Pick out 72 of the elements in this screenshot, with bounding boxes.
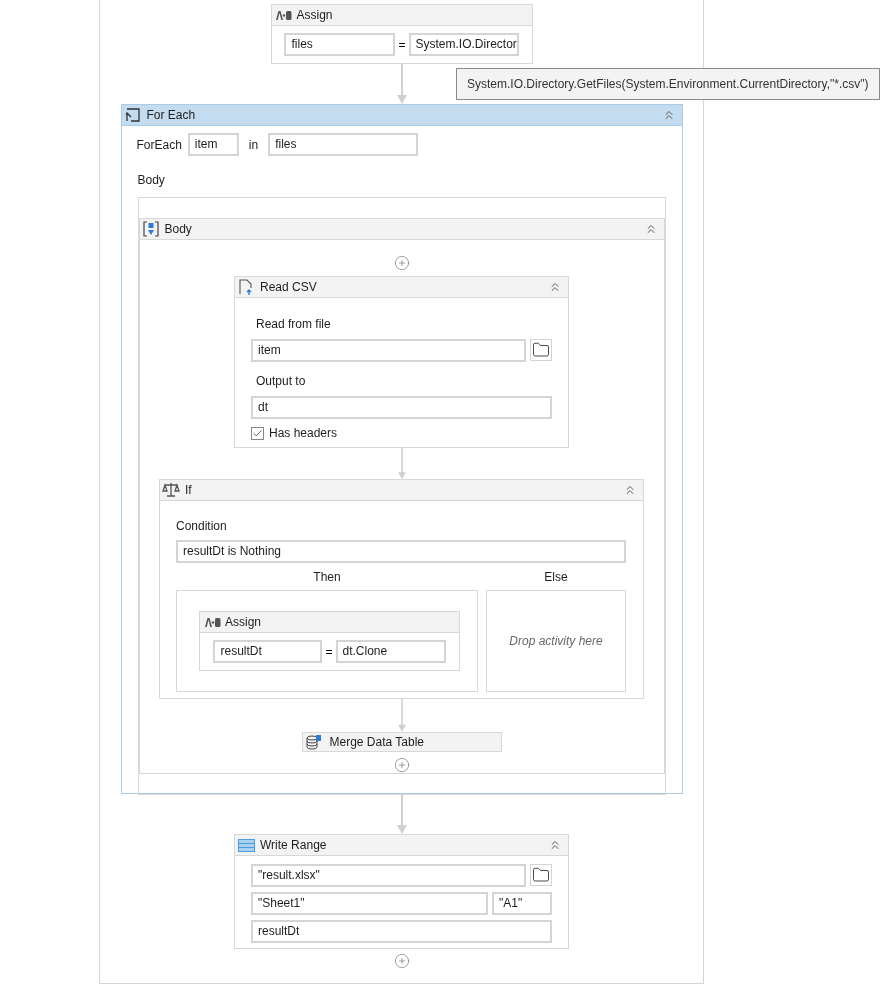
- browse-button[interactable]: [530, 339, 552, 361]
- activity-header[interactable]: If: [160, 480, 643, 502]
- activity-header[interactable]: Write Range: [235, 835, 568, 856]
- assign-activity[interactable]: Assign files = System.IO.Director: [270, 4, 533, 64]
- database-icon: [305, 734, 322, 750]
- activity-title: Assign: [225, 614, 263, 632]
- activity-header[interactable]: Read CSV: [235, 277, 568, 298]
- collapse-icon[interactable]: [548, 838, 562, 852]
- activity-title: If: [185, 482, 193, 500]
- folder-icon: [532, 866, 550, 884]
- checkbox-label: Has headers: [269, 425, 338, 442]
- loop-icon: [125, 108, 140, 122]
- activity-title: Merge Data Table: [329, 734, 424, 751]
- assign-activity[interactable]: Assign resultDt = dt.Clone: [199, 611, 460, 672]
- activity-header[interactable]: For Each: [121, 105, 682, 126]
- input-field[interactable]: files: [284, 33, 396, 56]
- input-field[interactable]: files: [268, 133, 419, 156]
- checkbox[interactable]: [251, 426, 264, 440]
- merge-data-table-activity[interactable]: Merge Data Table: [301, 732, 502, 752]
- equals-sign: =: [324, 643, 334, 661]
- sequence-icon: [142, 221, 159, 237]
- tooltip: System.IO.Directory.GetFiles(System.Environment.CurrentDirectory,"*.csv"): [456, 68, 880, 100]
- activity-title: Read CSV: [260, 279, 318, 296]
- foreach-label: ForEach: [136, 136, 182, 154]
- input-field[interactable]: resultDt is Nothing: [176, 540, 626, 564]
- connector-arrow: [396, 448, 407, 480]
- drop-hint: Drop activity here: [509, 633, 603, 651]
- if-activity[interactable]: If Condition resultDt is Nothing Then Assign resultDt = dt.Clone Else Drop activity here: [159, 479, 644, 700]
- connector-arrow: [396, 699, 407, 732]
- body-label: Body: [137, 173, 165, 187]
- write-range-activity[interactable]: Write Range "result.xlsx" "Sheet1" "A1" resultDt: [234, 834, 569, 949]
- connector-arrow: [396, 64, 407, 104]
- input-field[interactable]: "Sheet1": [251, 892, 488, 915]
- add-activity-icon[interactable]: [393, 757, 410, 773]
- field-label: Output to: [256, 374, 306, 388]
- activity-header[interactable]: Assign: [271, 5, 532, 26]
- branch-label: Then: [313, 569, 341, 587]
- input-field[interactable]: item: [187, 133, 239, 156]
- input-field[interactable]: item: [251, 339, 526, 362]
- in-label: in: [248, 136, 259, 154]
- file-icon: [239, 279, 253, 295]
- branch-label: Else: [544, 569, 568, 587]
- activity-title: Assign: [296, 7, 334, 24]
- add-activity-icon[interactable]: [393, 953, 410, 969]
- connector-arrow: [396, 794, 407, 834]
- activity-title: For Each: [146, 107, 197, 124]
- collapse-icon[interactable]: [548, 280, 562, 294]
- activity-title: Write Range: [260, 837, 328, 854]
- field-label: Read from file: [256, 317, 331, 331]
- input-field[interactable]: dt: [251, 396, 552, 419]
- input-field[interactable]: "A1": [492, 892, 552, 915]
- activity-header[interactable]: Assign: [200, 612, 459, 634]
- assign-icon: [276, 10, 292, 20]
- input-field[interactable]: resultDt: [251, 920, 552, 943]
- activity-header[interactable]: Body: [139, 219, 664, 240]
- folder-icon: [532, 341, 550, 359]
- assign-icon: [204, 617, 221, 627]
- balance-icon: [162, 482, 180, 499]
- read-csv-activity[interactable]: Read CSV Read from file item Output to dt Has headers: [234, 276, 569, 448]
- body-sequence[interactable]: Body Read CSV Read from file item Output to dt Has headers If Condition resultDt is Nothing Then Assign resultDt = dt.Clone Else Drop activity here Merge Data Table: [138, 218, 665, 774]
- input-field[interactable]: dt.Clone: [335, 640, 446, 664]
- equals-sign: =: [397, 36, 407, 54]
- check-icon: [252, 427, 263, 439]
- spreadsheet-icon: [237, 838, 255, 852]
- input-field[interactable]: "result.xlsx": [251, 864, 526, 887]
- input-field[interactable]: resultDt: [213, 640, 323, 664]
- add-activity-icon[interactable]: [393, 255, 410, 271]
- input-field[interactable]: System.IO.Director: [408, 33, 519, 56]
- activity-title: Body: [164, 221, 193, 238]
- field-label: Condition: [176, 519, 227, 534]
- browse-button[interactable]: [530, 864, 552, 886]
- for-each-activity[interactable]: For Each ForEach item in files Body Body Read CSV Read from file item Output to dt Has headers If Condition resultDt is Nothing Then Assign resultDt = dt.Clone Else Drop activity here Merge Data Table: [120, 104, 683, 794]
